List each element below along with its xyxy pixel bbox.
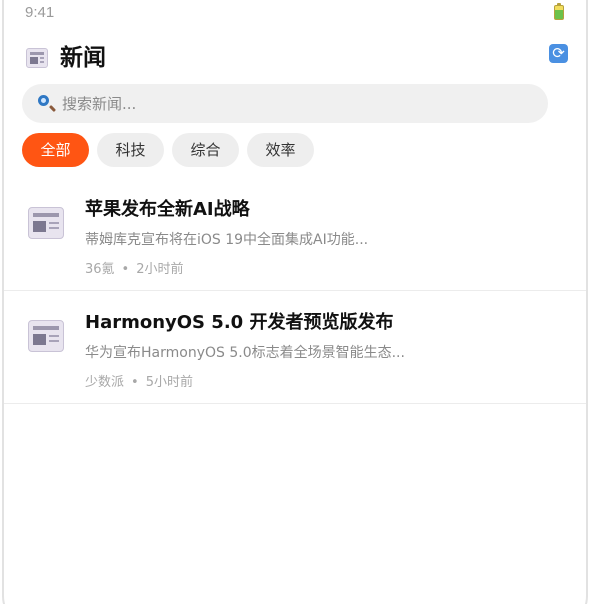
tab-efficiency[interactable]: 效率	[247, 133, 314, 167]
news-summary: 蒂姆库克宣布将在iOS 19中全面集成AI功能...	[85, 232, 369, 248]
news-summary: 华为宣布HarmonyOS 5.0标志着全场景智能生态...	[85, 345, 405, 361]
meta-separator: •	[121, 262, 130, 277]
magnifier-icon	[38, 95, 49, 106]
tab-general[interactable]: 综合	[172, 133, 239, 167]
newspaper-icon	[28, 207, 64, 239]
news-time: 5小时前	[145, 375, 193, 390]
newspaper-icon	[26, 48, 48, 68]
status-bar: 9:41	[4, 0, 586, 28]
news-meta: 少数派 • 5小时前	[85, 371, 193, 390]
news-thumbnail	[28, 207, 64, 239]
newspaper-icon	[28, 320, 64, 352]
news-thumbnail	[28, 320, 64, 352]
news-title: HarmonyOS 5.0 开发者预览版发布	[85, 312, 394, 333]
search-bar[interactable]	[22, 84, 548, 123]
news-time: 2小时前	[136, 262, 184, 277]
header: 新闻 ⟳	[24, 42, 568, 74]
news-source: 少数派	[85, 375, 125, 390]
battery-icon	[554, 3, 564, 20]
news-source: 36氪	[85, 262, 115, 277]
tab-all[interactable]: 全部	[22, 133, 89, 167]
news-title: 苹果发布全新AI战略	[85, 199, 250, 220]
news-item[interactable]: 苹果发布全新AI战略 蒂姆库克宣布将在iOS 19中全面集成AI功能... 36…	[4, 178, 586, 291]
news-item[interactable]: HarmonyOS 5.0 开发者预览版发布 华为宣布HarmonyOS 5.0…	[4, 291, 586, 404]
status-time: 9:41	[25, 4, 55, 21]
search-input[interactable]	[62, 84, 532, 123]
refresh-icon[interactable]: ⟳	[549, 44, 568, 63]
phone-frame: 9:41 新闻 ⟳ 全部 科技 综合 效率	[2, 0, 588, 604]
page-title: 新闻	[60, 45, 106, 71]
tab-tech[interactable]: 科技	[97, 133, 164, 167]
meta-separator: •	[131, 375, 139, 390]
news-meta: 36氪 • 2小时前	[85, 258, 184, 277]
